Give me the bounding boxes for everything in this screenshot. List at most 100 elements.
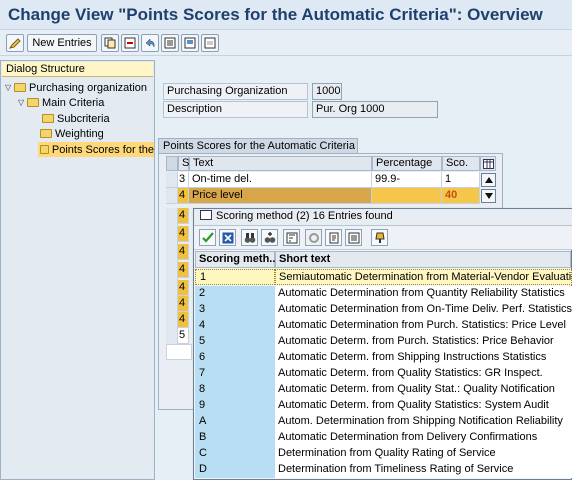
list-item[interactable]: D Determination from Timeliness Rating of… <box>195 462 572 478</box>
tree-item-main-criteria[interactable]: ▽ Main Criteria <box>18 95 104 110</box>
expand-triangle-icon[interactable]: ▽ <box>5 83 14 92</box>
scroll-up-button[interactable] <box>481 173 496 187</box>
column-header-percentage[interactable]: Percentage <box>372 156 442 171</box>
cell-percentage[interactable] <box>372 188 442 204</box>
list-item-text: Autom. Determination from Shipping Notif… <box>275 414 572 430</box>
list-item[interactable]: 8 Automatic Determ. from Quality Stat.: Q… <box>195 382 572 398</box>
folder-icon <box>27 98 39 107</box>
list-item-code: 2 <box>195 286 275 302</box>
deselect-all-button[interactable] <box>201 34 219 52</box>
new-entries-button[interactable]: New Entries <box>27 34 97 52</box>
tree-item-points-scores[interactable]: Points Scores for the <box>38 142 154 157</box>
cell-s: 4 <box>178 312 189 328</box>
popup-column-header-text[interactable]: Short text <box>275 251 571 268</box>
list-item-code: C <box>195 446 275 462</box>
scoring-method-popup: Scoring method (2) 16 Entries found Scor… <box>193 208 572 480</box>
list-icon <box>348 232 359 243</box>
list-item[interactable]: 7 Automatic Determ. from Quality Statisti… <box>195 366 572 382</box>
select-all-button[interactable] <box>161 34 179 52</box>
tree-item-subcriteria[interactable]: Subcriteria <box>42 111 110 126</box>
settings-button[interactable] <box>305 229 322 246</box>
column-header-score[interactable]: Sco. <box>442 156 480 171</box>
lamp-icon <box>374 232 385 243</box>
list-item[interactable]: 6 Automatic Determ. from Shipping Instruc… <box>195 350 572 366</box>
expand-triangle-icon[interactable]: ▽ <box>18 98 27 107</box>
settings-gear-icon <box>308 232 319 243</box>
purch-org-label: Purchasing Organization <box>163 83 308 100</box>
popup-column-header-code[interactable]: Scoring meth... <box>195 251 278 268</box>
cell-text[interactable]: Price level <box>189 188 372 204</box>
delete-icon <box>124 37 136 49</box>
list-item-code: 5 <box>195 334 275 350</box>
tree-item-label: Main Criteria <box>42 96 105 109</box>
description-label: Description <box>163 101 308 118</box>
copy-as-button[interactable] <box>101 34 119 52</box>
find-next-button[interactable] <box>261 229 278 246</box>
deselect-all-icon <box>204 37 216 49</box>
list-item[interactable]: 5 Automatic Determ. from Purch. Statistic… <box>195 334 572 350</box>
list-item[interactable]: A Autom. Determination from Shipping Noti… <box>195 414 572 430</box>
row-selector[interactable] <box>166 188 178 204</box>
undo-button[interactable] <box>141 34 159 52</box>
arrow-down-icon <box>484 193 493 199</box>
list-item[interactable]: 1 Semiautomatic Determination from Materi… <box>195 269 572 285</box>
cell-s: 4 <box>178 262 189 278</box>
undo-icon <box>145 38 155 48</box>
tree-item-purchasing-organization[interactable]: ▽ Purchasing organization <box>5 80 147 95</box>
list-item-code: A <box>195 414 275 430</box>
filter-button[interactable] <box>371 229 388 246</box>
column-header-s[interactable]: S <box>178 156 189 171</box>
column-header-text[interactable]: Text <box>189 156 372 171</box>
tree-item-label: Weighting <box>55 127 104 140</box>
list-button[interactable] <box>345 229 362 246</box>
document-icon <box>329 232 338 243</box>
table-group-title: Points Scores for the Automatic Criteria <box>158 138 358 154</box>
cell-percentage[interactable]: 99.9- <box>372 172 442 188</box>
pencil-glasses-icon <box>9 38 21 49</box>
table-settings-button[interactable] <box>480 156 496 171</box>
print-button[interactable] <box>325 229 342 246</box>
dialog-structure-header: Dialog Structure <box>2 62 153 77</box>
list-item-text: Automatic Determination from Delivery Co… <box>275 430 572 446</box>
select-block-button[interactable] <box>181 34 199 52</box>
list-item[interactable]: 2 Automatic Determination from Quantity R… <box>195 286 572 302</box>
scroll-down-button[interactable] <box>481 189 496 203</box>
list-item-code: B <box>195 430 275 446</box>
cell-s: 5 <box>178 328 189 344</box>
cell-s: 4 <box>178 244 189 260</box>
list-item[interactable]: B Automatic Determination from Delivery C… <box>195 430 572 446</box>
sort-button[interactable] <box>283 229 300 246</box>
cancel-icon <box>222 232 233 243</box>
cell-score[interactable]: 40 <box>442 188 480 204</box>
list-item-text: Automatic Determination from Purch. Stat… <box>275 318 572 334</box>
list-item[interactable]: 9 Automatic Determ. from Quality Statisti… <box>195 398 572 414</box>
title-bar: Change View "Points Scores for the Autom… <box>0 0 572 30</box>
row-selector-column[interactable] <box>166 208 178 344</box>
cell-text[interactable]: On-time del. <box>189 172 372 188</box>
display-change-button[interactable] <box>6 34 24 52</box>
delete-button[interactable] <box>121 34 139 52</box>
list-item[interactable]: 4 Automatic Determination from Purch. Sta… <box>195 318 572 334</box>
find-button[interactable] <box>241 229 258 246</box>
cell-s: 4 <box>178 188 189 204</box>
dialog-structure-panel: Dialog Structure ▽ Purchasing organizati… <box>0 60 155 480</box>
cancel-button[interactable] <box>219 229 236 246</box>
folder-icon <box>40 129 52 138</box>
cell-s: 4 <box>178 280 189 296</box>
tree-item-weighting[interactable]: Weighting <box>40 126 104 141</box>
row-selector[interactable] <box>166 172 178 188</box>
list-item-text: Determination from Quality Rating of Ser… <box>275 446 572 462</box>
cell-s: 4 <box>178 296 189 312</box>
list-item[interactable]: 3 Automatic Determination from On-Time De… <box>195 302 572 318</box>
select-all-icon <box>164 37 176 49</box>
list-item-code: 6 <box>195 350 275 366</box>
popup-title: Scoring method (2) 16 Entries found <box>216 210 393 222</box>
list-item-code: 7 <box>195 366 275 382</box>
confirm-button[interactable] <box>199 229 216 246</box>
list-item-text: Automatic Determ. from Shipping Instruct… <box>275 350 572 366</box>
list-item-code: 4 <box>195 318 275 334</box>
row-select-all[interactable] <box>166 156 178 171</box>
list-item[interactable]: C Determination from Quality Rating of Se… <box>195 446 572 462</box>
popup-title-bar: Scoring method (2) 16 Entries found <box>194 209 572 226</box>
cell-score[interactable]: 1 <box>442 172 480 188</box>
